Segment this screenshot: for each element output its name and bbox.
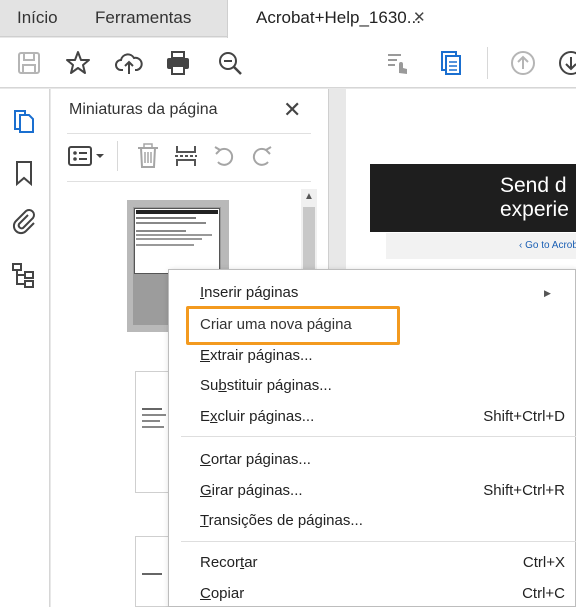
banner-line-1: Send d — [500, 174, 567, 197]
shortcut-copy: Ctrl+C — [522, 585, 565, 602]
menu-item-insert-pages[interactable]: Inserir páginas — [200, 284, 298, 301]
pages-icon[interactable] — [10, 107, 38, 135]
cloud-upload-icon[interactable] — [115, 49, 143, 77]
goto-link-label: ‹ Go to Acrobat I — [519, 240, 576, 251]
rotate-right-icon[interactable] — [249, 143, 275, 169]
print-icon[interactable] — [164, 49, 192, 77]
shortcut-cut: Ctrl+X — [522, 554, 565, 571]
menu-item-rotate-pages[interactable]: Girar páginas... — [200, 482, 303, 499]
star-icon[interactable] — [64, 49, 92, 77]
tab-document-label: Acrobat+Help_1630... — [256, 8, 421, 27]
organize-pages-icon[interactable] — [437, 49, 465, 77]
goto-link[interactable]: ‹ Go to Acrobat I — [386, 233, 576, 259]
panel-tool-separator — [117, 141, 118, 171]
page-down-icon[interactable] — [557, 49, 576, 77]
left-rail — [0, 89, 50, 607]
bookmark-icon[interactable] — [10, 159, 38, 187]
zoom-out-icon[interactable] — [216, 49, 244, 77]
context-menu: Inserir páginas ▶ Criar uma nova página … — [168, 269, 576, 607]
attachment-icon[interactable] — [10, 207, 38, 235]
panel-divider — [67, 133, 311, 134]
menu-separator — [181, 436, 576, 437]
tab-bar: Início Ferramentas Acrobat+Help_1630... … — [0, 0, 576, 38]
rotate-left-icon[interactable] — [211, 143, 237, 169]
menu-item-crop-pages[interactable]: Cortar páginas... — [200, 451, 311, 468]
panel-title: Miniaturas da página — [69, 101, 218, 118]
trash-icon[interactable] — [135, 143, 161, 169]
menu-item-copy[interactable]: Copiar — [200, 585, 244, 602]
menu-item-cut[interactable]: Recortar — [200, 554, 258, 571]
page-up-icon[interactable] — [509, 49, 537, 77]
document-banner: Send d experie — [370, 164, 576, 232]
tab-document[interactable]: Acrobat+Help_1630... ✕ — [227, 0, 576, 38]
shortcut-delete-pages: Shift+Ctrl+D — [483, 408, 565, 425]
menu-separator — [181, 541, 576, 542]
hand-sign-icon[interactable] — [385, 49, 413, 77]
close-panel-icon[interactable]: ✕ — [283, 97, 301, 123]
menu-item-create-new-page[interactable]: Criar uma nova página — [200, 316, 352, 333]
tree-icon[interactable] — [10, 261, 38, 289]
menu-item-extract-pages[interactable]: Extrair páginas... — [200, 347, 313, 364]
banner-line-2: experie — [500, 198, 569, 221]
panel-divider-bottom — [67, 181, 311, 182]
save-icon[interactable] — [15, 49, 43, 77]
close-tab-icon[interactable]: ✕ — [413, 0, 426, 36]
toolbar — [0, 38, 576, 88]
extract-pages-icon[interactable] — [173, 143, 199, 169]
shortcut-rotate-pages: Shift+Ctrl+R — [483, 482, 565, 499]
tab-tools[interactable]: Ferramentas — [95, 0, 191, 37]
thumbnail-options-icon[interactable] — [67, 143, 107, 169]
submenu-arrow-icon: ▶ — [544, 288, 551, 298]
scroll-up-arrow-icon[interactable]: ▲ — [301, 189, 317, 205]
menu-item-replace-pages[interactable]: Substituir páginas... — [200, 377, 332, 394]
tab-home[interactable]: Início — [17, 0, 58, 37]
menu-item-page-transitions[interactable]: Transições de páginas... — [200, 512, 363, 529]
menu-item-delete-pages[interactable]: Excluir páginas... — [200, 408, 314, 425]
toolbar-separator — [487, 47, 488, 79]
